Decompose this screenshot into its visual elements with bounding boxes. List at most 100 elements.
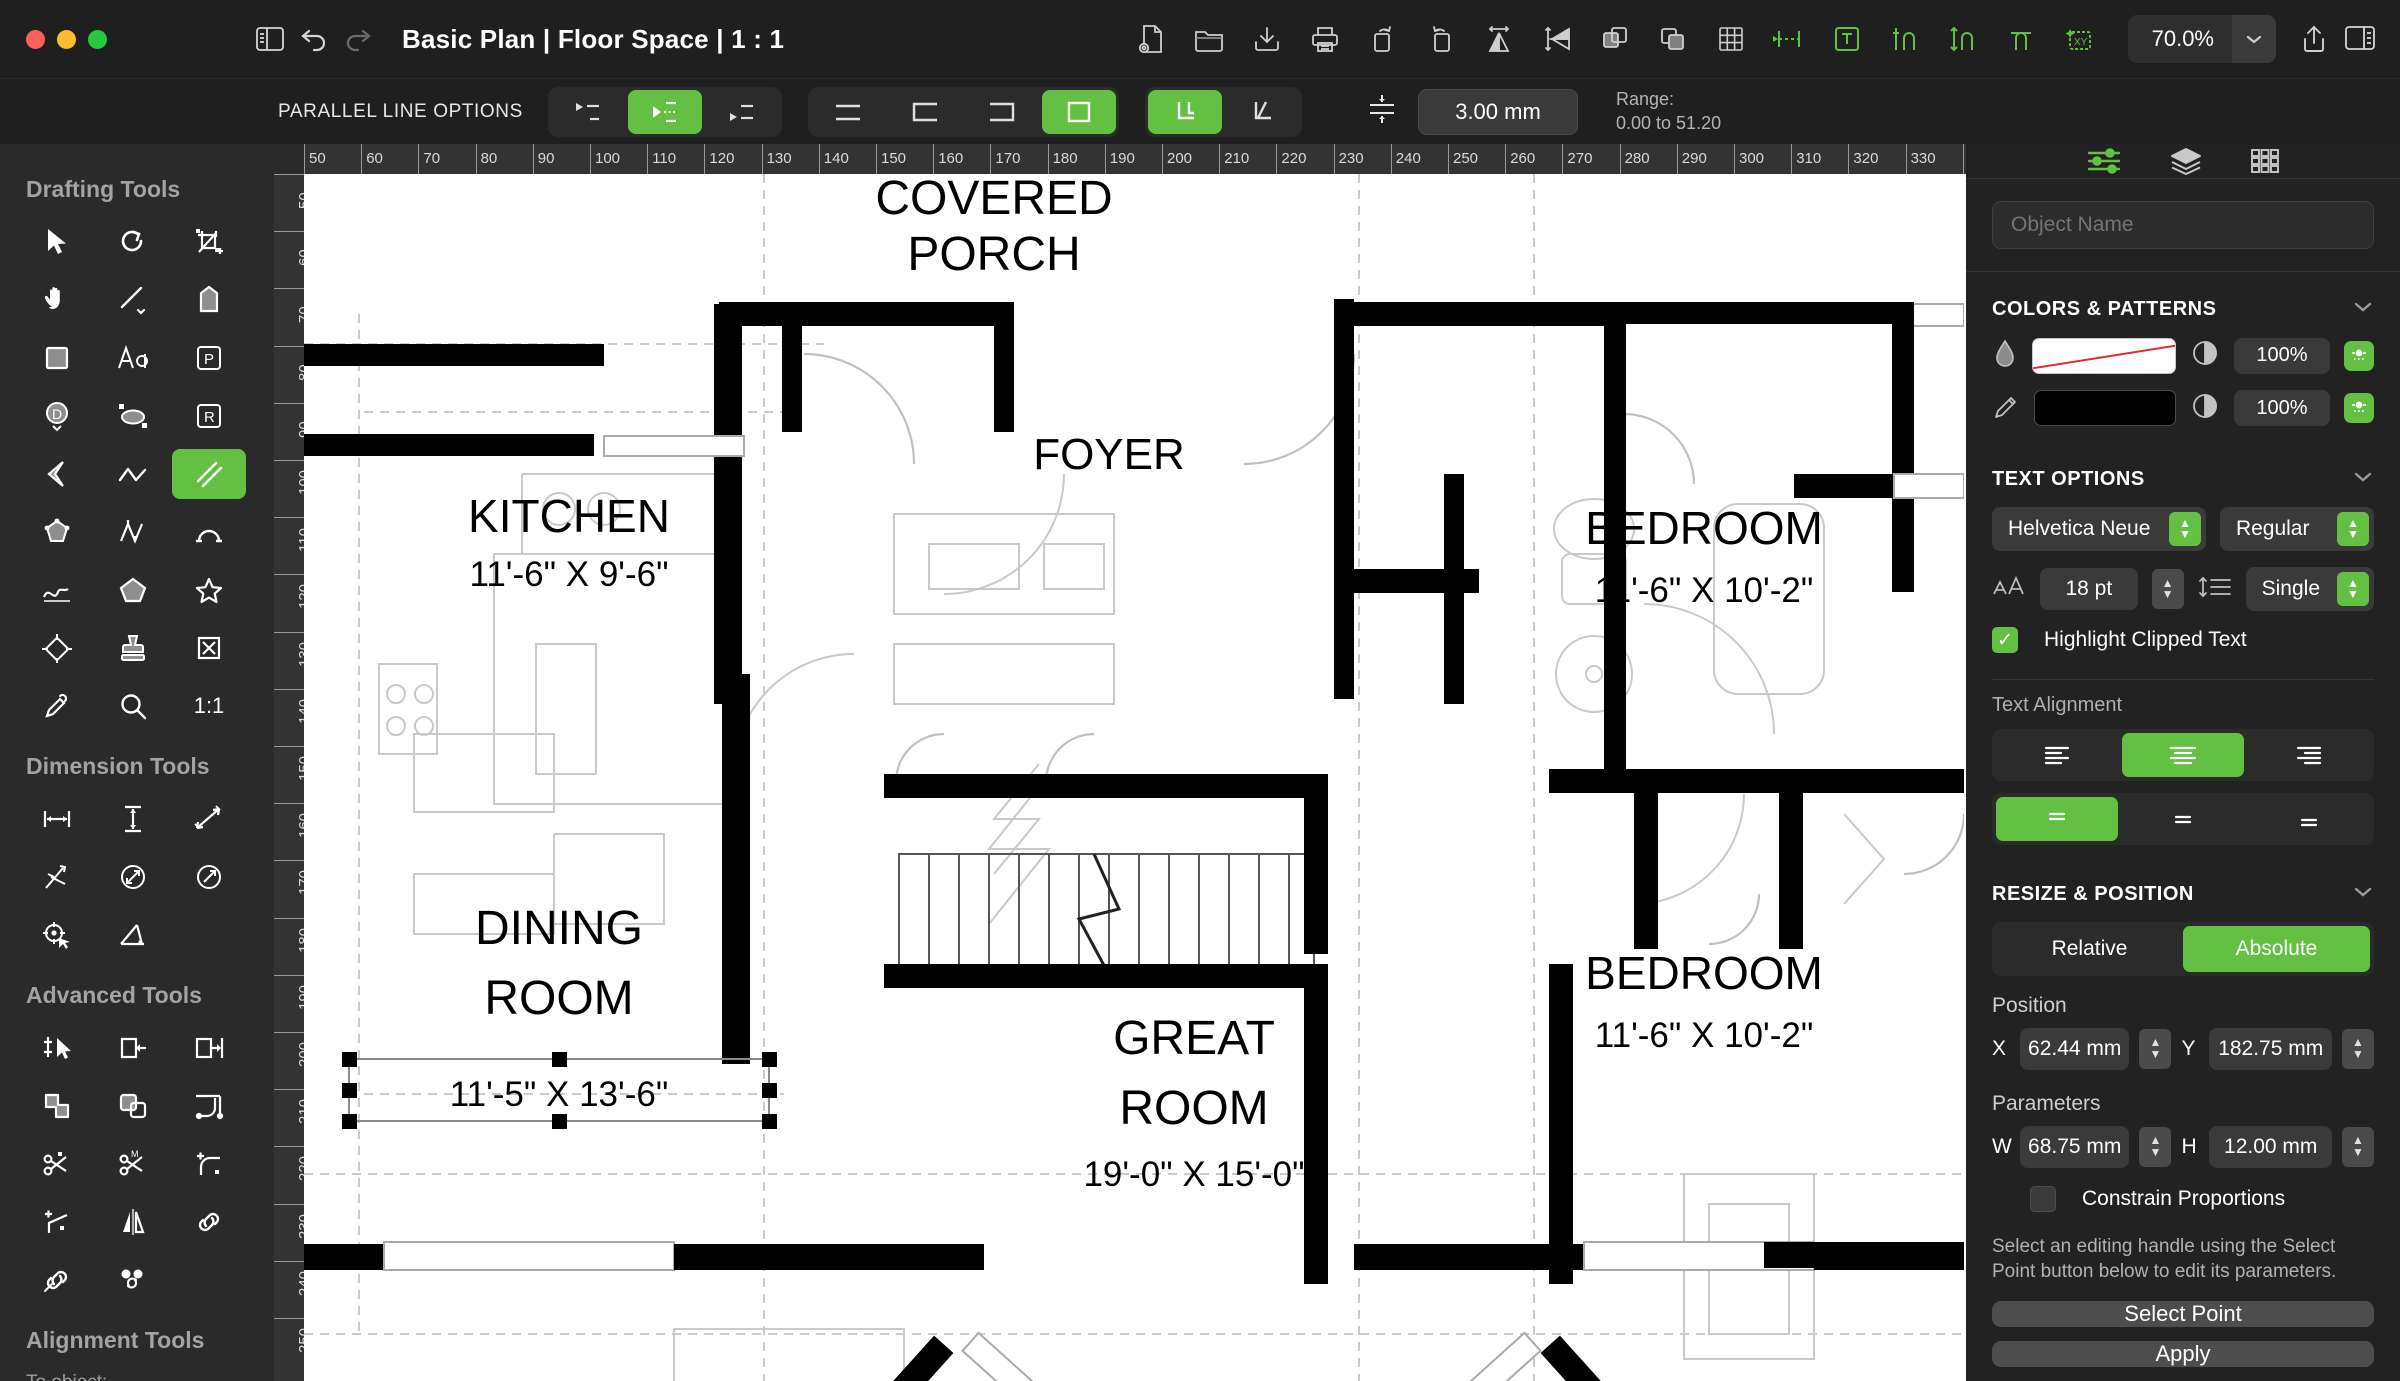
zoom-tool[interactable] xyxy=(96,681,170,731)
angle-dimension-tool[interactable] xyxy=(96,910,170,960)
square-cap-button[interactable] xyxy=(1148,89,1222,134)
height-stepper-icon[interactable]: ▲ ▼ xyxy=(2342,1126,2374,1167)
font-family-stepper-icon[interactable]: ▲ ▼ xyxy=(2168,512,2201,547)
parallel-line-tool[interactable] xyxy=(172,449,246,499)
valign-bottom-button[interactable] xyxy=(2248,797,2370,841)
document-settings-icon[interactable] xyxy=(1130,18,1172,60)
subtract-tool[interactable] xyxy=(96,1081,170,1131)
send-backward-icon[interactable] xyxy=(1652,18,1694,60)
align-right-button[interactable] xyxy=(2248,733,2370,777)
radius-dimension-tool[interactable] xyxy=(172,852,246,902)
select-tool[interactable] xyxy=(20,217,94,267)
unlink-tool[interactable] xyxy=(20,1255,94,1305)
valign-top-button[interactable] xyxy=(1996,796,2118,841)
snap-to-curve-icon[interactable] xyxy=(1884,18,1926,60)
toggle-inspector-icon[interactable] xyxy=(2338,17,2382,61)
u-right-button[interactable] xyxy=(965,90,1039,134)
position-x-stepper-icon[interactable]: ▲ ▼ xyxy=(2139,1028,2172,1069)
angled-cap-button[interactable] xyxy=(1225,90,1299,134)
width-input[interactable]: 68.75 mm xyxy=(2020,1125,2130,1168)
origin-bottom-left-button[interactable] xyxy=(705,90,779,134)
align-left-button[interactable] xyxy=(1996,733,2118,777)
bring-forward-icon[interactable] xyxy=(1594,18,1636,60)
scale-one-to-one-tool[interactable]: 1:1 xyxy=(172,681,246,731)
line-spacing-select[interactable]: Single ▲ ▼ xyxy=(2245,567,2374,612)
object-name-input[interactable] xyxy=(1992,201,2374,250)
font-style-stepper-icon[interactable]: ▲ ▼ xyxy=(2337,512,2369,547)
font-size-value[interactable]: 18 pt xyxy=(2040,568,2138,611)
rotate-left-icon[interactable] xyxy=(1362,18,1404,60)
origin-top-left-button[interactable] xyxy=(551,90,625,134)
polyline-tool[interactable] xyxy=(96,449,170,499)
fillet-corner-tool[interactable] xyxy=(172,1081,246,1131)
select-point-button[interactable]: Select Point xyxy=(1992,1301,2374,1327)
floor-plan-drawing[interactable]: COVERED PORCH KITCHEN 11'-6" X 9'-6" FOY… xyxy=(304,174,1964,1381)
maximize-button[interactable] xyxy=(88,29,107,49)
dimension-d-tool[interactable]: D xyxy=(20,391,94,441)
vertical-ruler[interactable]: 50 60 70 80 90 100 110 120 130 140 150 160 170 180 190… xyxy=(274,174,304,1381)
origin-center-button[interactable] xyxy=(628,89,702,134)
constrain-proportions-row[interactable]: Constrain Proportions xyxy=(1966,1185,2400,1228)
rotate-tool[interactable] xyxy=(96,217,170,267)
chevron-down-icon[interactable] xyxy=(2352,300,2374,319)
minimize-button[interactable] xyxy=(57,29,76,49)
datum-point-tool[interactable] xyxy=(20,910,94,960)
aligned-dimension-tool[interactable] xyxy=(172,794,246,844)
line-tool[interactable] xyxy=(96,275,170,325)
chevron-down-icon[interactable] xyxy=(2352,470,2374,489)
snap-to-object-icon[interactable] xyxy=(1826,18,1868,60)
line-thickness-value[interactable]: 3.00 mm xyxy=(1418,88,1578,135)
nodes-tool[interactable] xyxy=(20,507,94,557)
closed-rect-button[interactable] xyxy=(1042,89,1116,134)
rectangle-tool[interactable] xyxy=(20,333,94,383)
union-tool[interactable] xyxy=(20,1081,94,1131)
eyedropper-tool[interactable] xyxy=(20,681,94,731)
drawing-canvas[interactable]: COVERED PORCH KITCHEN 11'-6" X 9'-6" FOY… xyxy=(304,174,1966,1381)
position-y-stepper-icon[interactable]: ▲ ▼ xyxy=(2342,1028,2374,1069)
library-tab[interactable] xyxy=(2249,146,2281,176)
save-icon[interactable] xyxy=(1246,18,1288,60)
font-style-select[interactable]: Regular ▲ ▼ xyxy=(2219,507,2374,552)
fill-color-swatch[interactable] xyxy=(2032,337,2176,374)
ellipse-tool[interactable] xyxy=(96,391,170,441)
attributes-tab[interactable] xyxy=(2085,146,2123,176)
resize-position-header[interactable]: RESIZE & POSITION xyxy=(1966,857,2400,922)
add-point-line-tool[interactable] xyxy=(20,1197,94,1247)
close-button[interactable] xyxy=(26,29,45,49)
freehand-tool[interactable] xyxy=(20,565,94,615)
flip-vertical-icon[interactable] xyxy=(1536,18,1578,60)
redo-icon[interactable] xyxy=(336,17,380,61)
highlight-clipped-checkbox[interactable]: ✓ xyxy=(1992,627,2018,654)
pentagon-tool[interactable] xyxy=(96,565,170,615)
pen-tool[interactable] xyxy=(172,275,246,325)
open-folder-icon[interactable] xyxy=(1188,18,1230,60)
position-x-input[interactable]: 62.44 mm xyxy=(2020,1027,2130,1070)
arc-tool[interactable] xyxy=(172,507,246,557)
constrain-proportions-checkbox[interactable] xyxy=(2030,1185,2056,1212)
group-link-tool[interactable] xyxy=(96,1255,170,1305)
two-lines-button[interactable] xyxy=(811,90,885,134)
cross-box-tool[interactable] xyxy=(172,623,246,673)
share-icon[interactable] xyxy=(2292,17,2336,61)
selected-text-object[interactable]: 11'-5" X 13'-6" xyxy=(342,1052,777,1129)
u-left-button[interactable] xyxy=(888,90,962,134)
chevron-down-icon[interactable] xyxy=(2232,15,2276,63)
dimension-label-tool[interactable]: P xyxy=(172,333,246,383)
text-tool[interactable] xyxy=(96,333,170,383)
angled-dimension-tool[interactable] xyxy=(20,852,94,902)
position-y-input[interactable]: 182.75 mm xyxy=(2209,1027,2332,1070)
horizontal-ruler[interactable]: 50 60 70 80 90 100 110 120 130 140 150 160 170 180 190… xyxy=(304,144,1966,174)
apply-button[interactable]: Apply xyxy=(1992,1341,2374,1367)
zoom-control[interactable]: 70.0% xyxy=(2127,15,2276,63)
trim-tool[interactable] xyxy=(20,1139,94,1189)
diameter-dimension-tool[interactable] xyxy=(96,852,170,902)
extend-right-tool[interactable] xyxy=(172,1023,246,1073)
stamp-tool[interactable] xyxy=(96,623,170,673)
add-point-curve-tool[interactable] xyxy=(172,1139,246,1189)
r-circle-tool[interactable]: R xyxy=(172,391,246,441)
stroke-settings-button[interactable] xyxy=(2344,393,2374,424)
line-spacing-stepper-icon[interactable]: ▲ ▼ xyxy=(2337,572,2369,607)
font-family-select[interactable]: Helvetica Neue ▲ ▼ xyxy=(1992,507,2206,552)
print-icon[interactable] xyxy=(1304,18,1346,60)
font-size-stepper-icon[interactable]: ▲ ▼ xyxy=(2151,569,2184,610)
